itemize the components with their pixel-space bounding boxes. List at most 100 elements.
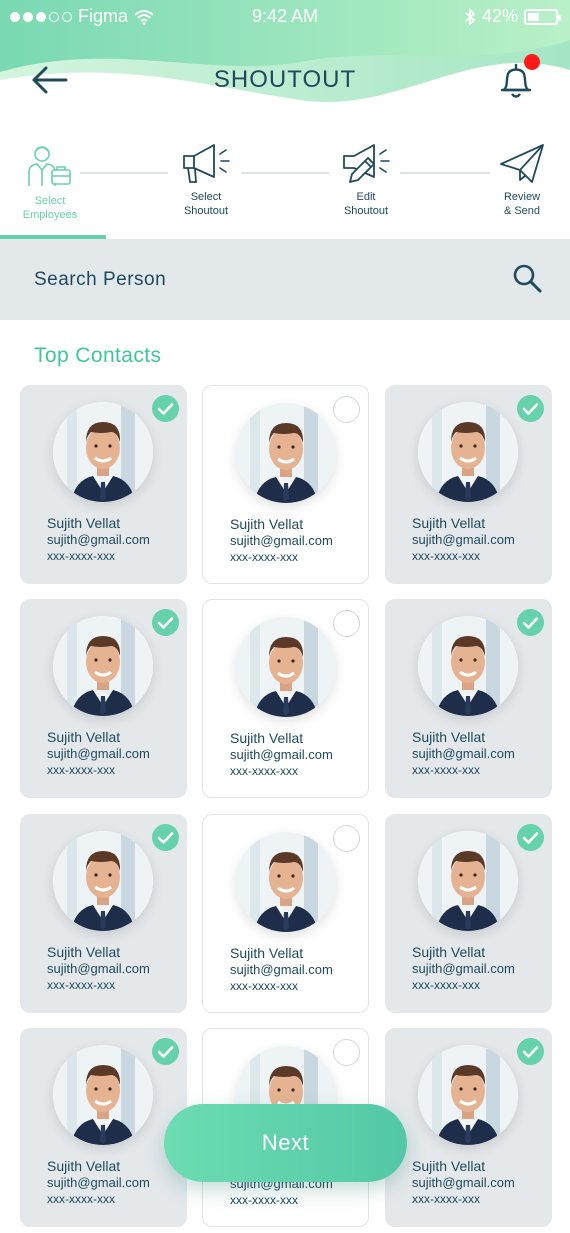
step-connector	[400, 172, 490, 174]
bluetooth-icon	[465, 7, 476, 26]
contact-email: sujith@gmail.com	[47, 746, 150, 761]
checked-icon[interactable]	[517, 824, 544, 851]
contact-name: Sujith Vellat	[47, 515, 121, 531]
contact-card[interactable]: Sujith Vellatsujith@gmail.com xxx-xxxx-xx…	[385, 599, 552, 798]
contact-card[interactable]: Sujith Vellatsujith@gmail.com xxx-xxxx-xx…	[385, 814, 552, 1013]
avatar	[418, 402, 518, 502]
next-button[interactable]: Next	[164, 1104, 407, 1182]
notification-badge	[524, 54, 540, 70]
contact-phone: xxx-xxxx-xxx	[47, 549, 115, 563]
contact-card[interactable]: Sujith Vellatsujith@gmail.com xxx-xxxx-xx…	[202, 814, 369, 1013]
checked-icon[interactable]	[517, 609, 544, 636]
contact-phone: xxx-xxxx-xxx	[412, 549, 480, 563]
battery-icon	[524, 8, 561, 25]
step-edit-shoutout[interactable]: Edit Shoutout	[330, 140, 402, 218]
employee-icon	[28, 146, 71, 186]
contact-name: Sujith Vellat	[412, 729, 486, 745]
step-label-line2: Shoutout	[343, 205, 389, 217]
contact-card[interactable]: Sujith Vellatsujith@gmail.com xxx-xxxx-xx…	[20, 599, 187, 798]
contact-name: Sujith Vellat	[230, 730, 304, 746]
contact-phone: xxx-xxxx-xxx	[412, 1192, 480, 1206]
contact-name: Sujith Vellat	[47, 944, 121, 960]
step-label-line2: Shoutout	[183, 205, 229, 217]
avatar	[53, 402, 153, 502]
avatar	[418, 616, 518, 716]
contact-card[interactable]: Sujith Vellatsujith@gmail.com xxx-xxxx-xx…	[385, 385, 552, 584]
contact-name: Sujith Vellat	[230, 516, 304, 532]
contact-phone: xxx-xxxx-xxx	[230, 979, 298, 993]
contact-card[interactable]: Sujith Vellatsujith@gmail.com xxx-xxxx-xx…	[20, 1028, 187, 1227]
checked-icon[interactable]	[152, 824, 179, 851]
contact-name: Sujith Vellat	[47, 1158, 121, 1174]
step-label-line2: & Send	[503, 205, 541, 217]
contact-phone: xxx-xxxx-xxx	[412, 978, 480, 992]
stepper: Select Employees Select Shoutout Edit Sh…	[0, 140, 570, 240]
checked-icon[interactable]	[517, 1038, 544, 1065]
contact-email: sujith@gmail.com	[230, 962, 333, 977]
app-screen: Figma 9:42 AM 42% SHOUTOUT Select Employ…	[0, 0, 570, 1233]
megaphone-icon	[183, 144, 230, 183]
contact-card[interactable]: Sujith Vellatsujith@gmail.com xxx-xxxx-xx…	[20, 385, 187, 584]
avatar	[418, 1045, 518, 1145]
step-label-line1: Select	[34, 195, 66, 207]
checked-icon[interactable]	[152, 609, 179, 636]
section-title: Top Contacts	[34, 344, 162, 367]
contact-phone: xxx-xxxx-xxx	[230, 1193, 298, 1207]
contact-phone: xxx-xxxx-xxx	[47, 763, 115, 777]
avatar	[236, 403, 336, 503]
status-bar: Figma 9:42 AM 42%	[0, 0, 570, 34]
step-select-shoutout[interactable]: Select Shoutout	[170, 140, 242, 218]
step-label-line1: Review	[503, 191, 541, 203]
contact-email: sujith@gmail.com	[412, 961, 515, 976]
contact-phone: xxx-xxxx-xxx	[412, 763, 480, 777]
step-review-send[interactable]: Review & Send	[490, 140, 554, 218]
contact-card[interactable]: Sujith Vellatsujith@gmail.com xxx-xxxx-xx…	[202, 385, 369, 584]
contact-card[interactable]: Sujith Vellatsujith@gmail.com xxx-xxxx-xx…	[202, 599, 369, 798]
step-connector	[80, 172, 168, 174]
contact-phone: xxx-xxxx-xxx	[230, 764, 298, 778]
step-label-line1: Edit	[356, 191, 376, 203]
contact-name: Sujith Vellat	[412, 1158, 486, 1174]
page-title: SHOUTOUT	[213, 66, 357, 93]
avatar	[53, 616, 153, 716]
contact-phone: xxx-xxxx-xxx	[47, 1192, 115, 1206]
step-select-employees[interactable]: Select Employees	[14, 140, 86, 222]
contact-email: sujith@gmail.com	[47, 532, 150, 547]
contact-phone: xxx-xxxx-xxx	[230, 550, 298, 564]
step-connector	[241, 172, 329, 174]
contact-name: Sujith Vellat	[47, 729, 121, 745]
step-label-line1: Select	[190, 191, 222, 203]
contact-name: Sujith Vellat	[412, 944, 486, 960]
battery-group: 42%	[464, 6, 561, 27]
unchecked-icon[interactable]	[333, 610, 360, 637]
unchecked-icon[interactable]	[333, 396, 360, 423]
search-input[interactable]: Search Person	[34, 269, 166, 291]
checked-icon[interactable]	[152, 395, 179, 422]
search-bar[interactable]: Search Person	[0, 239, 570, 320]
contact-name: Sujith Vellat	[412, 515, 486, 531]
contact-email: sujith@gmail.com	[47, 1175, 150, 1190]
battery-percent: 42%	[481, 6, 518, 26]
checked-icon[interactable]	[517, 395, 544, 422]
checked-icon[interactable]	[152, 1038, 179, 1065]
megaphone-edit-icon	[343, 144, 390, 183]
contact-email: sujith@gmail.com	[412, 1175, 515, 1190]
avatar	[53, 831, 153, 931]
contact-card[interactable]: Sujith Vellatsujith@gmail.com xxx-xxxx-xx…	[385, 1028, 552, 1227]
contact-email: sujith@gmail.com	[230, 533, 333, 548]
step-label-line2: Employees	[22, 209, 78, 221]
unchecked-icon[interactable]	[333, 1039, 360, 1066]
unchecked-icon[interactable]	[333, 825, 360, 852]
contact-email: sujith@gmail.com	[412, 532, 515, 547]
contact-card[interactable]: Sujith Vellatsujith@gmail.com xxx-xxxx-xx…	[20, 814, 187, 1013]
search-icon[interactable]	[512, 263, 542, 293]
contact-email: sujith@gmail.com	[412, 746, 515, 761]
contact-name: Sujith Vellat	[230, 945, 304, 961]
avatar	[236, 617, 336, 717]
contact-phone: xxx-xxxx-xxx	[47, 978, 115, 992]
notification-button[interactable]	[496, 54, 542, 104]
avatar	[53, 1045, 153, 1145]
avatar	[418, 831, 518, 931]
avatar	[236, 832, 336, 932]
paper-plane-icon	[500, 144, 544, 183]
